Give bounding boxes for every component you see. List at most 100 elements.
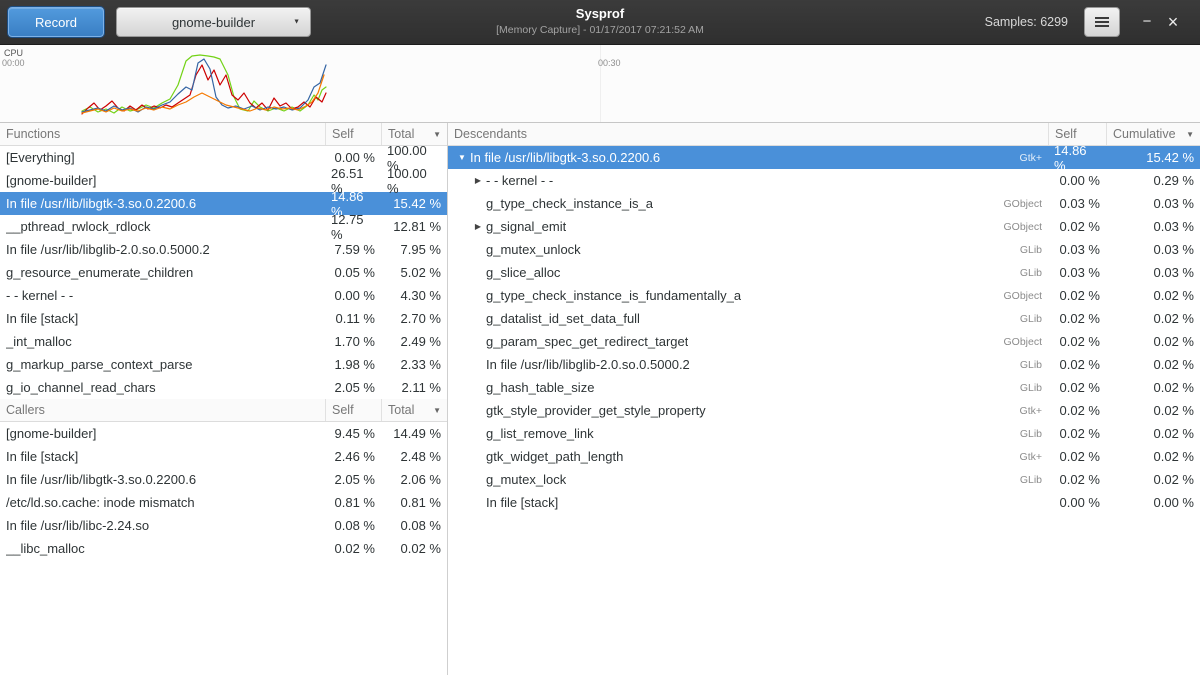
total-percent: 2.48 % (401, 449, 441, 464)
function-name: __libc_malloc (6, 541, 85, 556)
process-selector-dropdown[interactable]: gnome-builder ▼ (116, 7, 311, 37)
callers-column-header[interactable]: Callers (0, 399, 325, 421)
self-percent: 0.02 % (1060, 219, 1100, 234)
self-percent: 0.02 % (335, 541, 375, 556)
descendants-table-body: ▼ In file /usr/lib/libgtk-3.so.0.2200.6 … (448, 146, 1200, 514)
table-row[interactable]: g_slice_alloc GLib 0.03 % 0.03 % (448, 261, 1200, 284)
table-row[interactable]: g_type_check_instance_is_a GObject 0.03 … (448, 192, 1200, 215)
expander-icon[interactable]: ▼ (454, 153, 470, 162)
menu-button[interactable] (1084, 7, 1120, 37)
table-row[interactable]: g_io_channel_read_chars 2.05 % 2.11 % (0, 376, 447, 399)
self-percent: 14.86 % (1054, 143, 1100, 173)
function-name: __pthread_rwlock_rdlock (6, 219, 151, 234)
table-row[interactable]: - - kernel - - 0.00 % 4.30 % (0, 284, 447, 307)
table-row[interactable]: [gnome-builder] 9.45 % 14.49 % (0, 422, 447, 445)
self-column-label: Self (332, 127, 354, 141)
library-badge: GObject (993, 198, 1042, 210)
table-row[interactable]: ▶ g_signal_emit GObject 0.02 % 0.03 % (448, 215, 1200, 238)
record-button[interactable]: Record (8, 7, 104, 37)
table-row[interactable]: _int_malloc 1.70 % 2.49 % (0, 330, 447, 353)
total-column-header[interactable]: Total ▼ (381, 399, 447, 421)
table-row[interactable]: In file /usr/lib/libglib-2.0.so.0.5000.2… (0, 238, 447, 261)
table-row[interactable]: g_hash_table_size GLib 0.02 % 0.02 % (448, 376, 1200, 399)
callers-table-header: Callers Self Total ▼ (0, 399, 447, 422)
function-name: gtk_style_provider_get_style_property (486, 403, 706, 418)
table-row[interactable]: __libc_malloc 0.02 % 0.02 % (0, 537, 447, 560)
self-percent: 2.05 % (335, 380, 375, 395)
self-percent: 0.03 % (1060, 196, 1100, 211)
table-row[interactable]: g_mutex_lock GLib 0.02 % 0.02 % (448, 468, 1200, 491)
library-badge: GLib (1010, 313, 1042, 325)
table-row[interactable]: g_markup_parse_context_parse 1.98 % 2.33… (0, 353, 447, 376)
page-subtitle: [Memory Capture] - 01/17/2017 07:21:52 A… (496, 23, 704, 37)
self-percent: 0.00 % (1060, 495, 1100, 510)
self-column-header[interactable]: Self (325, 399, 381, 421)
table-row[interactable]: In file /usr/lib/libgtk-3.so.0.2200.6 2.… (0, 468, 447, 491)
self-percent: 0.08 % (335, 518, 375, 533)
table-row[interactable]: gtk_style_provider_get_style_property Gt… (448, 399, 1200, 422)
self-percent: 0.02 % (1060, 380, 1100, 395)
total-percent: 2.70 % (401, 311, 441, 326)
self-percent: 9.45 % (335, 426, 375, 441)
function-name: g_param_spec_get_redirect_target (486, 334, 688, 349)
total-percent: 14.49 % (393, 426, 441, 441)
table-row[interactable]: g_mutex_unlock GLib 0.03 % 0.03 % (448, 238, 1200, 261)
cumulative-percent: 0.03 % (1154, 219, 1194, 234)
callers-table-body: [gnome-builder] 9.45 % 14.49 % In file [… (0, 422, 447, 560)
table-row[interactable]: /etc/ld.so.cache: inode mismatch 0.81 % … (0, 491, 447, 514)
expander-icon[interactable]: ▶ (470, 222, 486, 231)
table-row[interactable]: gtk_widget_path_length Gtk+ 0.02 % 0.02 … (448, 445, 1200, 468)
function-name: g_signal_emit (486, 219, 566, 234)
functions-table-body: [Everything] 0.00 % 100.00 % [gnome-buil… (0, 146, 447, 399)
page-title: Sysprof (496, 5, 704, 23)
table-row[interactable]: [Everything] 0.00 % 100.00 % (0, 146, 447, 169)
self-percent: 0.00 % (335, 150, 375, 165)
close-button[interactable]: × (1160, 7, 1186, 37)
cumulative-percent: 0.03 % (1154, 242, 1194, 257)
function-name: In file /usr/lib/libglib-2.0.so.0.5000.2 (486, 357, 690, 372)
cpu-usage-lines (0, 45, 1200, 123)
self-percent: 0.02 % (1060, 449, 1100, 464)
table-row[interactable]: In file /usr/lib/libglib-2.0.so.0.5000.2… (448, 353, 1200, 376)
function-name: - - kernel - - (6, 288, 73, 303)
descendants-column-header[interactable]: Descendants (448, 123, 1048, 145)
function-name: g_type_check_instance_is_fundamentally_a (486, 288, 741, 303)
sort-indicator-icon: ▼ (427, 130, 441, 139)
total-percent: 15.42 % (393, 196, 441, 211)
table-row[interactable]: [gnome-builder] 26.51 % 100.00 % (0, 169, 447, 192)
table-row[interactable]: g_type_check_instance_is_fundamentally_a… (448, 284, 1200, 307)
expander-icon[interactable]: ▶ (470, 176, 486, 185)
table-row[interactable]: __pthread_rwlock_rdlock 12.75 % 12.81 % (0, 215, 447, 238)
function-name: g_mutex_unlock (486, 242, 581, 257)
self-percent: 0.05 % (335, 265, 375, 280)
table-row[interactable]: In file /usr/lib/libgtk-3.so.0.2200.6 14… (0, 192, 447, 215)
function-name: g_mutex_lock (486, 472, 566, 487)
self-percent: 0.00 % (1060, 173, 1100, 188)
table-row[interactable]: g_list_remove_link GLib 0.02 % 0.02 % (448, 422, 1200, 445)
cumulative-percent: 0.03 % (1154, 265, 1194, 280)
table-row[interactable]: In file [stack] 0.11 % 2.70 % (0, 307, 447, 330)
functions-column-header[interactable]: Functions (0, 123, 325, 145)
table-row[interactable]: g_param_spec_get_redirect_target GObject… (448, 330, 1200, 353)
minimize-button[interactable]: − (1134, 7, 1160, 37)
table-row[interactable]: g_datalist_id_set_data_full GLib 0.02 % … (448, 307, 1200, 330)
self-percent: 0.02 % (1060, 426, 1100, 441)
self-column-header[interactable]: Self (325, 123, 381, 145)
table-row[interactable]: In file [stack] 0.00 % 0.00 % (448, 491, 1200, 514)
cpu-timeline-graph[interactable]: CPU 00:00 00:30 (0, 45, 1200, 123)
cumulative-percent: 0.02 % (1154, 311, 1194, 326)
cumulative-column-header[interactable]: Cumulative ▼ (1106, 123, 1200, 145)
table-row[interactable]: ▼ In file /usr/lib/libgtk-3.so.0.2200.6 … (448, 146, 1200, 169)
function-name: [gnome-builder] (6, 426, 96, 441)
total-percent: 12.81 % (393, 219, 441, 234)
table-row[interactable]: ▶ - - kernel - - 0.00 % 0.29 % (448, 169, 1200, 192)
table-row[interactable]: In file [stack] 2.46 % 2.48 % (0, 445, 447, 468)
chevron-down-icon: ▼ (293, 19, 300, 26)
process-selector-label: gnome-builder (172, 15, 255, 30)
total-column-label: Total (388, 403, 414, 417)
timeline-start-label: 00:00 (2, 58, 25, 68)
table-row[interactable]: In file /usr/lib/libc-2.24.so 0.08 % 0.0… (0, 514, 447, 537)
cumulative-percent: 0.29 % (1154, 173, 1194, 188)
function-name: g_datalist_id_set_data_full (486, 311, 640, 326)
table-row[interactable]: g_resource_enumerate_children 0.05 % 5.0… (0, 261, 447, 284)
